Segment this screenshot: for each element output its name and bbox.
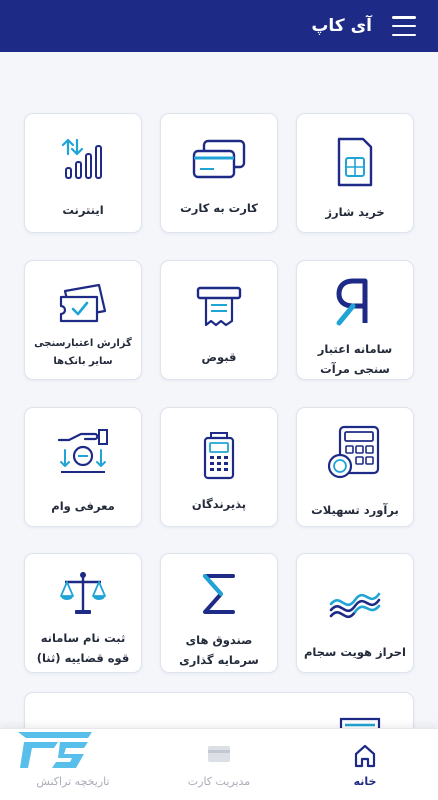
justice-scale-icon	[60, 572, 106, 614]
bill-icon	[196, 286, 242, 327]
loan-hand-icon	[57, 429, 108, 473]
service-card-label: معرفی وام	[51, 499, 115, 513]
service-card-acceptors[interactable]: پذیرندگان	[160, 407, 278, 527]
merat-logo-icon	[336, 278, 368, 326]
service-card-label: برآورد تسهیلات	[311, 503, 399, 517]
service-card-label: خرید شارژ	[325, 205, 385, 219]
ticket-check-icon	[59, 283, 107, 323]
service-card-label: قبوض	[201, 350, 237, 364]
service-card-label: احراز هویت سجام	[304, 645, 406, 659]
cards-icon	[192, 139, 246, 179]
nav-label: خانه	[353, 775, 377, 788]
sim-card-icon	[337, 137, 373, 187]
nav-item-card-management[interactable]: مدیریت کارت	[146, 737, 292, 797]
service-card-credit-report[interactable]: گزارش اعتبارسنجی سایر بانک‌ها	[24, 260, 142, 380]
service-card-label: پذیرندگان	[191, 497, 247, 511]
service-card-label: گزارش اعتبارسنجی سایر بانک‌ها	[34, 338, 132, 367]
service-card-label: سامانه اعتبار سنجی مرآت	[317, 342, 393, 376]
service-card-buy-charge[interactable]: خرید شارژ	[296, 113, 414, 233]
service-card-internet[interactable]: اینترنت	[24, 113, 142, 233]
hamburger-menu-icon[interactable]	[392, 16, 416, 36]
nav-item-home[interactable]: خانه	[292, 737, 438, 797]
brand-watermark-logo	[18, 732, 92, 768]
sigma-icon	[203, 574, 235, 614]
page-title: آی کاپ	[311, 16, 372, 36]
home-icon	[354, 744, 376, 768]
service-card-bills[interactable]: قبوض	[160, 260, 278, 380]
service-card-card-to-card[interactable]: کارت به کارت	[160, 113, 278, 233]
signal-bars-icon	[61, 138, 102, 179]
service-card-sejam[interactable]: احراز هویت سجام	[296, 553, 414, 673]
service-card-label: ثبت نام سامانه قوه قضاییه (ثنا)	[36, 631, 130, 665]
service-card-investment-funds[interactable]: صندوق های سرمایه گذاری	[160, 553, 278, 673]
service-card-sana[interactable]: ثبت نام سامانه قوه قضاییه (ثنا)	[24, 553, 142, 673]
nav-label: تاریخچه تراکنش	[36, 775, 110, 788]
pos-terminal-icon	[203, 432, 235, 480]
card-icon	[208, 746, 230, 762]
service-card-loan-intro[interactable]: معرفی وام	[24, 407, 142, 527]
nav-label: مدیریت کارت	[187, 775, 251, 788]
service-card-label: اینترنت	[62, 203, 104, 217]
service-card-label: کارت به کارت	[180, 201, 258, 215]
service-card-merat[interactable]: سامانه اعتبار سنجی مرآت	[296, 260, 414, 380]
sejam-logo-icon	[329, 592, 381, 619]
service-card-loan-estimate[interactable]: برآورد تسهیلات	[296, 407, 414, 527]
calculator-icon	[327, 425, 380, 479]
service-card-label: صندوق های سرمایه گذاری	[179, 633, 259, 667]
app-header: آی کاپ	[0, 0, 438, 52]
